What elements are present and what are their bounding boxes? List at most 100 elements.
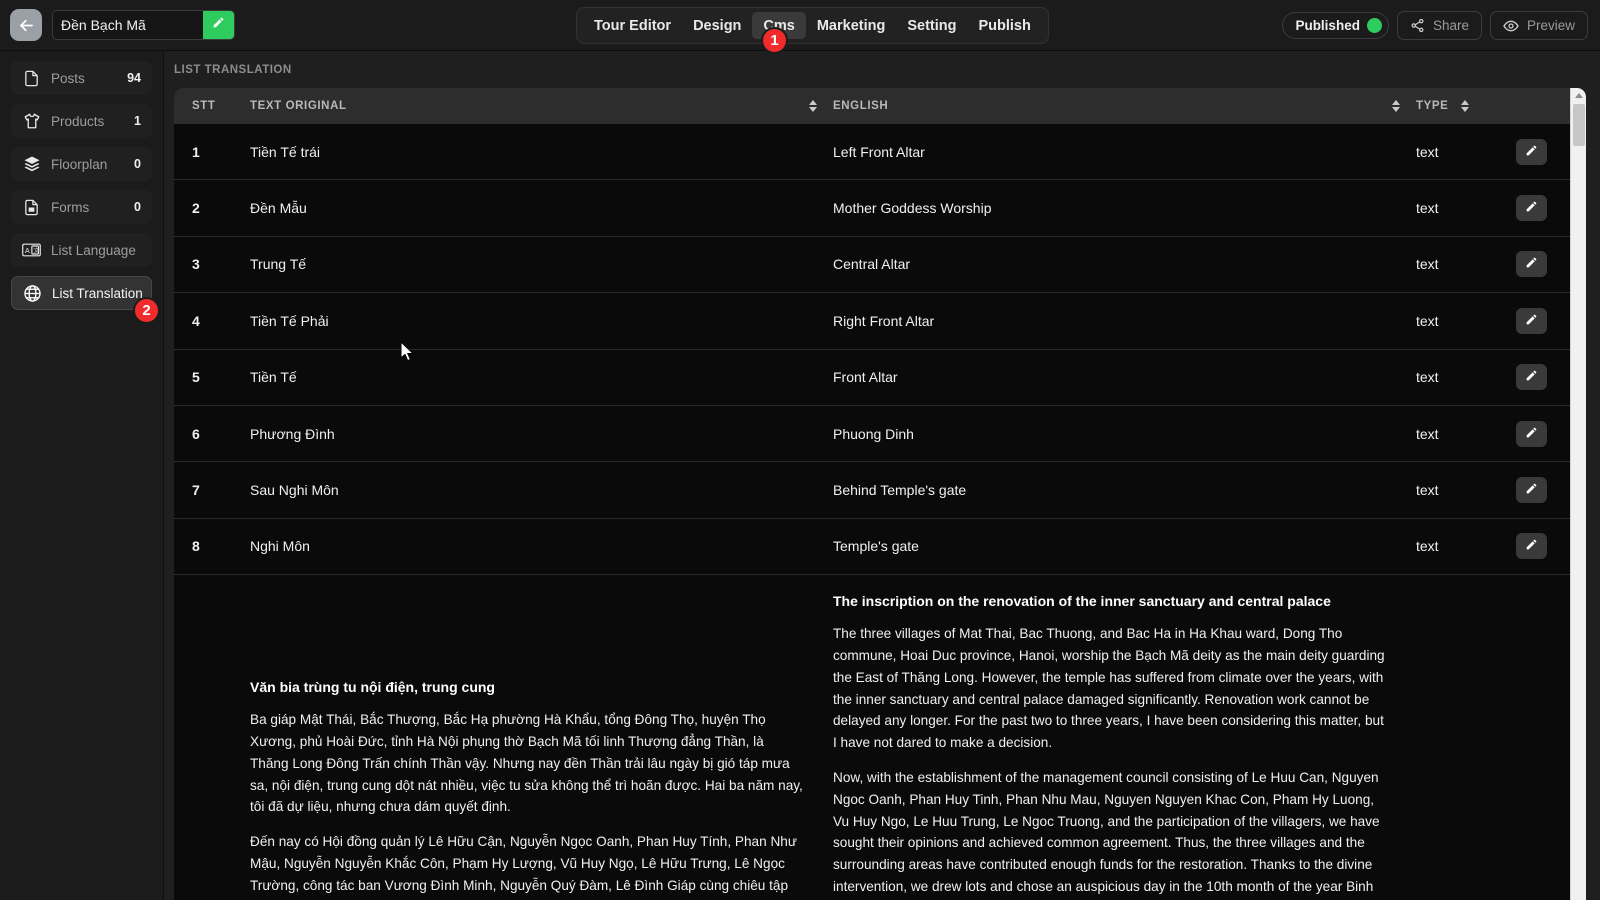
cell-original: Nghi Môn xyxy=(250,538,310,555)
table-row[interactable]: 5 Tiền Tế Front Altar text xyxy=(174,349,1586,406)
mouse-cursor xyxy=(400,340,416,368)
column-header-type[interactable]: TYPE xyxy=(1416,100,1516,112)
nav-tab-setting[interactable]: Setting xyxy=(896,12,967,39)
cell-stt: 3 xyxy=(192,256,200,273)
pencil-icon xyxy=(1525,369,1538,385)
sidebar-item-products[interactable]: Products 1 xyxy=(11,104,152,138)
long-english-paragraph-1: The three villages of Mat Thai, Bac Thuo… xyxy=(833,626,1385,751)
table-row-long-text: Văn bia trùng tu nội điện, trung cung Ba… xyxy=(174,575,1586,900)
long-english-cell: The inscription on the renovation of the… xyxy=(833,593,1416,900)
nav-label: Tour Editor xyxy=(594,17,672,34)
sort-arrows-icon[interactable] xyxy=(1392,100,1400,112)
share-nodes-icon xyxy=(1410,18,1425,33)
table-row[interactable]: 3 Trung Tế Central Altar text xyxy=(174,236,1586,294)
sidebar-item-count: 0 xyxy=(134,157,141,171)
table-row[interactable]: 8 Nghi Môn Temple's gate text xyxy=(174,518,1586,576)
cell-type: text xyxy=(1416,312,1439,329)
sidebar-item-label: Forms xyxy=(51,199,90,215)
cell-type: text xyxy=(1416,256,1439,273)
sort-arrows-icon[interactable] xyxy=(1461,100,1470,112)
share-button[interactable]: Share xyxy=(1396,11,1482,40)
arrow-left-icon xyxy=(17,16,36,35)
edit-row-button[interactable] xyxy=(1516,251,1547,278)
share-label: Share xyxy=(1432,18,1469,33)
sidebar-item-list-translation[interactable]: List Translation xyxy=(11,276,152,310)
cell-type: text xyxy=(1416,143,1439,160)
sort-arrows-icon[interactable] xyxy=(809,100,817,112)
nav-tab-tour-editor[interactable]: Tour Editor xyxy=(583,12,682,39)
pencil-icon xyxy=(212,16,225,34)
column-header-english[interactable]: ENGLISH xyxy=(833,100,1416,112)
publish-status-badge[interactable]: Published xyxy=(1282,12,1389,39)
scroll-up-arrow-icon[interactable] xyxy=(1571,88,1586,103)
project-title-field[interactable] xyxy=(52,10,235,40)
scrollbar-thumb[interactable] xyxy=(1572,104,1585,146)
column-label: TYPE xyxy=(1416,100,1449,112)
table-row[interactable]: 7 Sau Nghi Môn Behind Temple's gate text xyxy=(174,462,1586,519)
long-original-paragraph-2: Đến nay có Hội đồng quản lý Lê Hữu Cận, … xyxy=(250,834,797,900)
cell-type: text xyxy=(1416,482,1439,499)
cell-stt: 8 xyxy=(192,538,200,555)
nav-tab-design[interactable]: Design xyxy=(682,12,752,39)
table-row[interactable]: 1 Tiền Tế trái Left Front Altar text xyxy=(174,124,1586,181)
main-nav: Tour Editor Design Cms Marketing Setting… xyxy=(576,7,1049,44)
cell-stt: 2 xyxy=(192,200,200,217)
table-row[interactable]: 2 Đền Mẫu Mother Goddess Worship text xyxy=(174,180,1586,237)
edit-row-button[interactable] xyxy=(1516,138,1547,165)
pencil-icon xyxy=(1525,426,1538,442)
preview-button[interactable]: Preview xyxy=(1489,11,1588,40)
table-scrollbar[interactable] xyxy=(1570,88,1586,900)
translation-table: STT TEXT ORIGINAL ENGLISH TYPE 1 Tiền Tế … xyxy=(174,88,1586,900)
sidebar-item-floorplan[interactable]: Floorplan 0 xyxy=(11,147,152,181)
translate-icon: A 文 xyxy=(22,241,41,260)
sidebar-item-label: Products xyxy=(51,113,105,129)
sidebar-item-list-language[interactable]: A 文 List Language xyxy=(11,233,152,267)
edit-row-button[interactable] xyxy=(1516,307,1547,334)
sidebar-item-forms[interactable]: Forms 0 xyxy=(11,190,152,224)
nav-tab-publish[interactable]: Publish xyxy=(967,12,1041,39)
edit-title-button[interactable] xyxy=(203,11,234,39)
cell-original: Trung Tế xyxy=(250,256,307,273)
back-button[interactable] xyxy=(10,9,42,41)
cell-original: Sau Nghi Môn xyxy=(250,482,339,499)
table-header-row: STT TEXT ORIGINAL ENGLISH TYPE xyxy=(174,88,1586,124)
sidebar-item-count: 0 xyxy=(134,200,141,214)
pencil-icon xyxy=(1525,144,1538,160)
cell-stt: 6 xyxy=(192,425,200,442)
nav-tab-marketing[interactable]: Marketing xyxy=(806,12,897,39)
cell-type: text xyxy=(1416,538,1439,555)
top-bar: Tour Editor Design Cms Marketing Setting… xyxy=(0,0,1600,51)
globe-icon xyxy=(23,284,42,303)
edit-row-button[interactable] xyxy=(1516,364,1547,391)
cell-stt: 7 xyxy=(192,482,200,499)
pencil-icon xyxy=(1525,538,1538,554)
long-original-title: Văn bia trùng tu nội điện, trung cung xyxy=(250,679,495,696)
table-row[interactable]: 4 Tiền Tế Phải Right Front Altar text xyxy=(174,293,1586,350)
column-header-stt[interactable]: STT xyxy=(174,100,250,112)
document-icon xyxy=(22,69,41,88)
column-header-original[interactable]: TEXT ORIGINAL xyxy=(250,100,833,112)
cell-english: Right Front Altar xyxy=(833,312,935,329)
table-row[interactable]: 6 Phương Đình Phuong Dinh text xyxy=(174,405,1586,463)
cell-english: Mother Goddess Worship xyxy=(833,200,992,217)
column-label: STT xyxy=(192,100,216,112)
cell-original: Đền Mẫu xyxy=(250,200,307,217)
pencil-icon xyxy=(1525,482,1538,498)
sidebar-item-label: Floorplan xyxy=(51,156,108,172)
nav-label: Marketing xyxy=(816,17,886,34)
nav-label: Setting xyxy=(907,17,957,34)
edit-row-button[interactable] xyxy=(1516,477,1547,504)
form-icon xyxy=(22,198,41,217)
tshirt-icon xyxy=(22,112,41,131)
cell-type: text xyxy=(1416,369,1439,386)
edit-row-button[interactable] xyxy=(1516,195,1547,222)
layers-icon xyxy=(22,155,41,174)
main-content: LIST TRANSLATION STT TEXT ORIGINAL ENGLI… xyxy=(164,51,1600,900)
publish-status-label: Published xyxy=(1295,18,1360,33)
top-bar-actions: Published Share Preview xyxy=(1282,11,1588,40)
edit-row-button[interactable] xyxy=(1516,533,1547,560)
sidebar-item-posts[interactable]: Posts 94 xyxy=(11,61,152,95)
project-title-input[interactable] xyxy=(53,11,203,39)
edit-row-button[interactable] xyxy=(1516,420,1547,447)
nav-label: Design xyxy=(693,17,742,34)
